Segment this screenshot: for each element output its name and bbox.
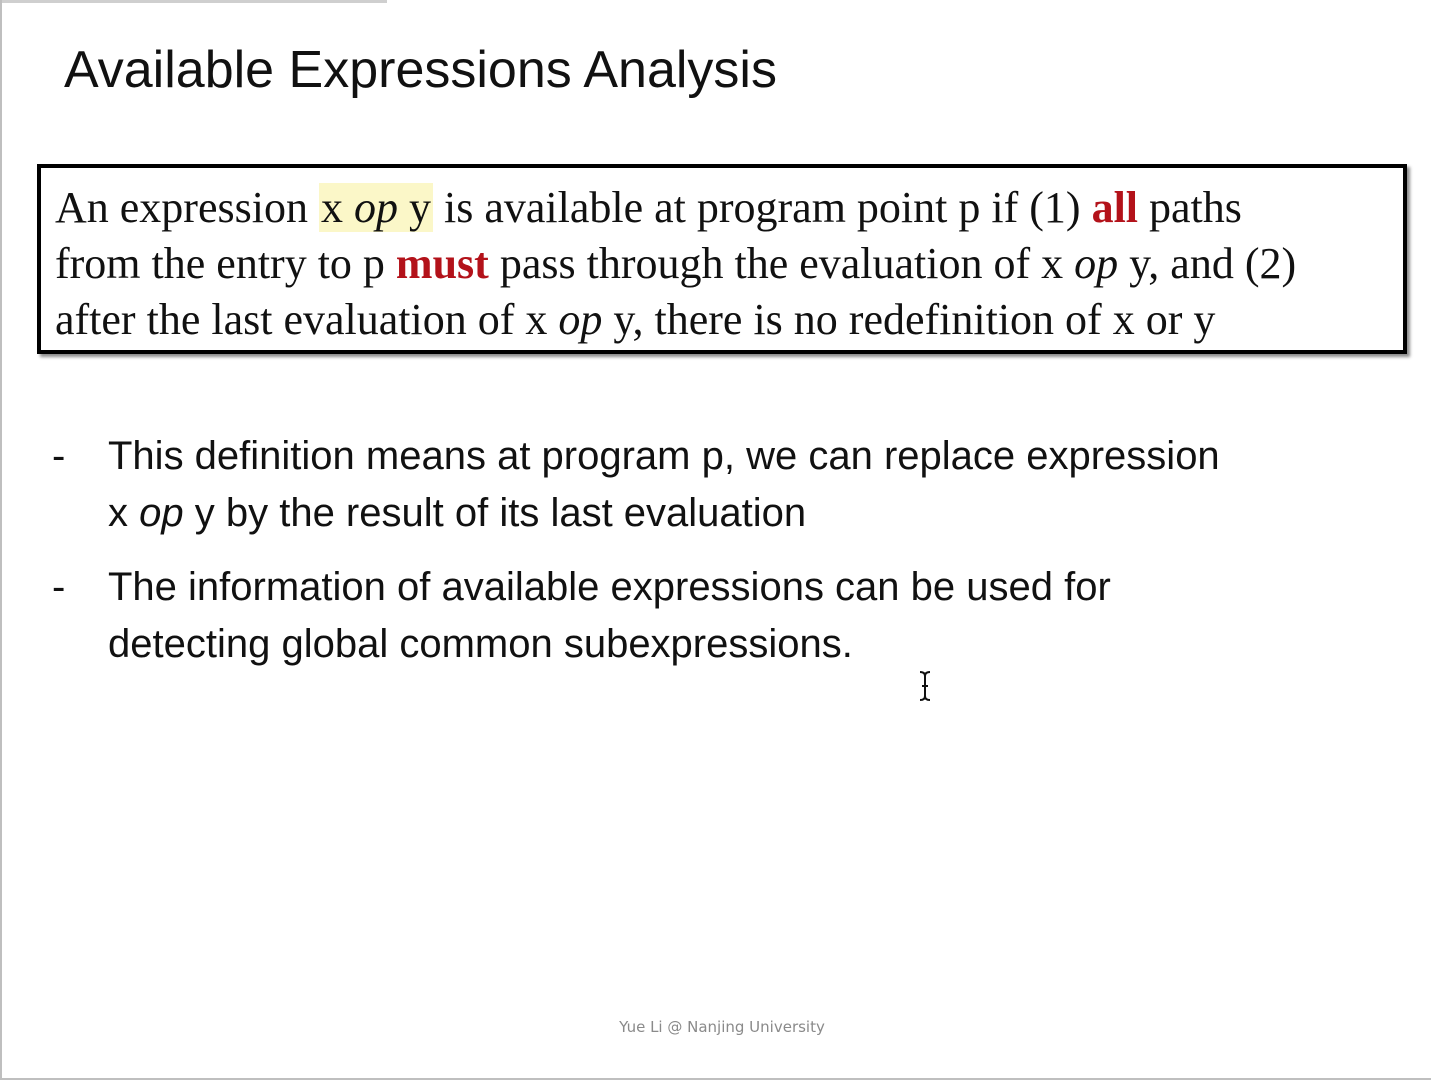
text-cursor-icon — [919, 671, 931, 701]
expr-op: op — [1074, 239, 1119, 288]
expr-op: op — [353, 183, 398, 232]
top-edge-bar — [2, 0, 387, 3]
footer-credit: Yue Li @ Nanjing University — [619, 1018, 825, 1036]
highlighted-expression: x op y — [318, 183, 433, 232]
expr-op: op — [558, 295, 603, 344]
bullet-item-1: - This definition means at program p, we… — [52, 428, 1220, 542]
definition-line-1: An expression x op y is available at pro… — [55, 180, 1403, 236]
definition-box: An expression x op y is available at pro… — [37, 164, 1407, 354]
slide: Available Expressions Analysis An expres… — [0, 0, 1431, 1080]
bullet-line: x op y by the result of its last evaluat… — [108, 485, 1220, 542]
bullet-dash: - — [52, 565, 66, 609]
bullet-dash: - — [52, 434, 66, 478]
bullet-item-2: - The information of available expressio… — [52, 559, 1220, 673]
definition-text: An expression — [55, 183, 319, 232]
expr-op: op — [139, 491, 184, 535]
definition-text: y, there is no redefinition of x or y — [602, 295, 1216, 344]
bullet-line: The information of available expressions… — [108, 565, 1111, 609]
bullet-list: - This definition means at program p, we… — [52, 428, 1220, 690]
definition-text: y, and (2) — [1118, 239, 1297, 288]
bullet-line: detecting global common subexpressions. — [108, 622, 853, 666]
expr-x: x — [320, 183, 354, 232]
expr-y: y — [397, 183, 431, 232]
slide-title: Available Expressions Analysis — [64, 41, 777, 99]
definition-line-2: from the entry to p must pass through th… — [55, 236, 1403, 292]
bullet-text: x — [108, 491, 140, 535]
bullet-line: This definition means at program p, we c… — [108, 434, 1220, 478]
definition-text: pass through the evaluation of x — [488, 239, 1075, 288]
emphasis-all: all — [1091, 183, 1139, 232]
definition-text: after the last evaluation of x — [55, 295, 559, 344]
definition-text: is available at program point p if (1) — [432, 183, 1092, 232]
definition-text: paths — [1138, 183, 1242, 232]
emphasis-must: must — [395, 239, 489, 288]
bullet-text: y by the result of its last evaluation — [183, 491, 807, 535]
definition-line-3: after the last evaluation of x op y, the… — [55, 292, 1403, 348]
definition-text: from the entry to p — [55, 239, 396, 288]
